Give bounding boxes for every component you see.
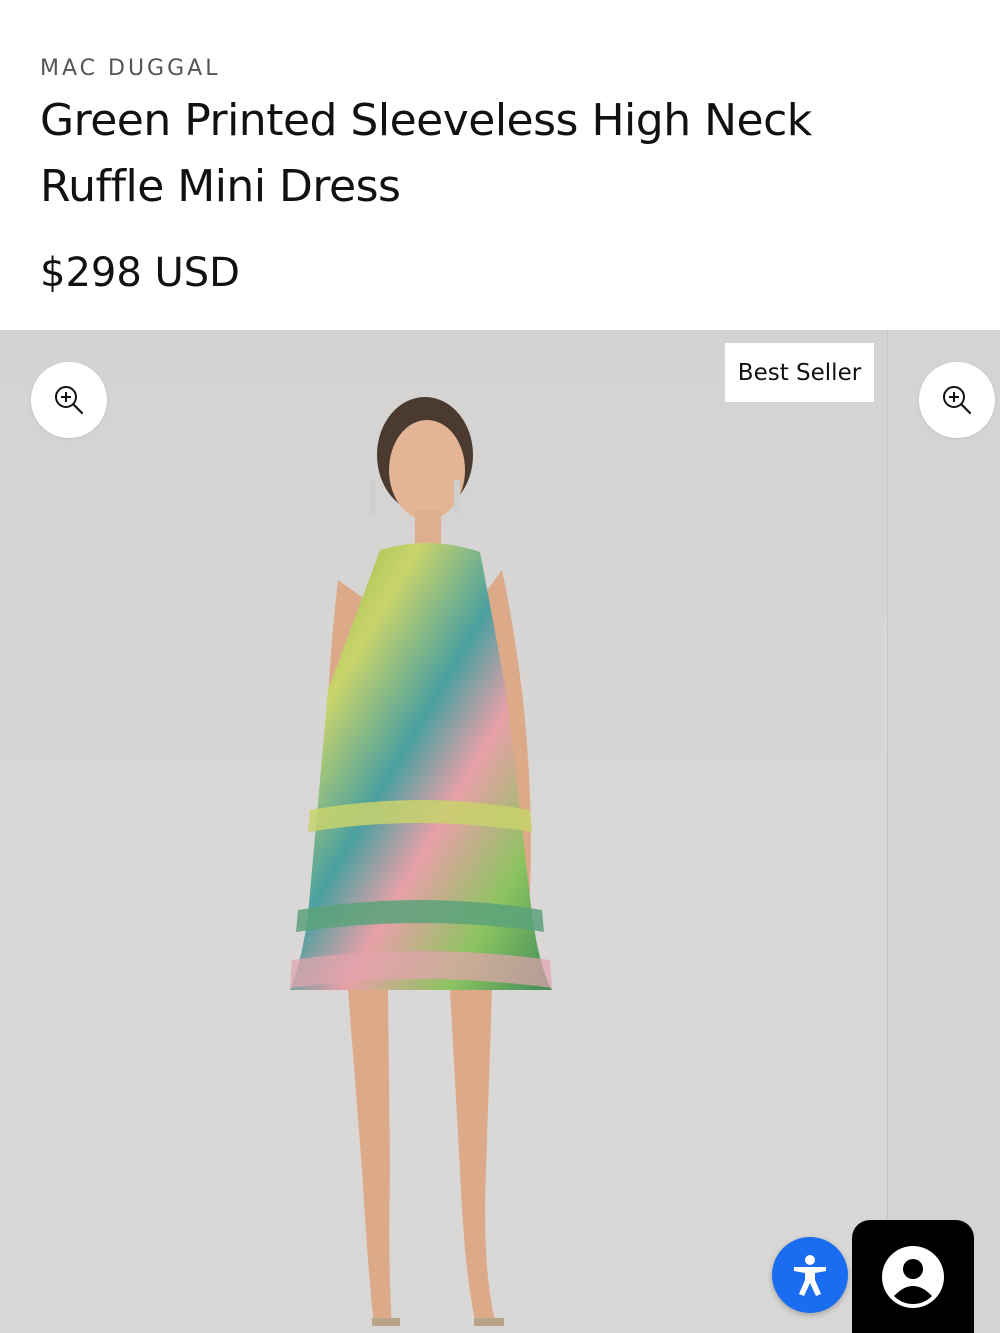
product-header: MAC DUGGAL Green Printed Sleeveless High… [0, 0, 1000, 330]
model-photo [290, 397, 552, 1326]
product-image-gallery[interactable]: Best Seller [0, 330, 1000, 1333]
brand-name[interactable]: MAC DUGGAL [40, 56, 220, 81]
accessibility-button[interactable] [772, 1237, 848, 1313]
zoom-in-icon [55, 386, 84, 415]
zoom-in-icon [943, 386, 972, 415]
product-title: Green Printed Sleeveless High Neck Ruffl… [40, 95, 812, 212]
best-seller-badge: Best Seller [725, 343, 874, 402]
product-price: $298 USD [40, 250, 240, 296]
product-image-next[interactable] [887, 330, 1000, 1333]
account-button[interactable] [852, 1220, 974, 1333]
product-image-main[interactable]: Best Seller [0, 330, 887, 1333]
zoom-button[interactable] [31, 362, 107, 438]
zoom-button-next[interactable] [919, 362, 995, 438]
account-icon [882, 1245, 944, 1308]
accessibility-icon [794, 1255, 826, 1296]
